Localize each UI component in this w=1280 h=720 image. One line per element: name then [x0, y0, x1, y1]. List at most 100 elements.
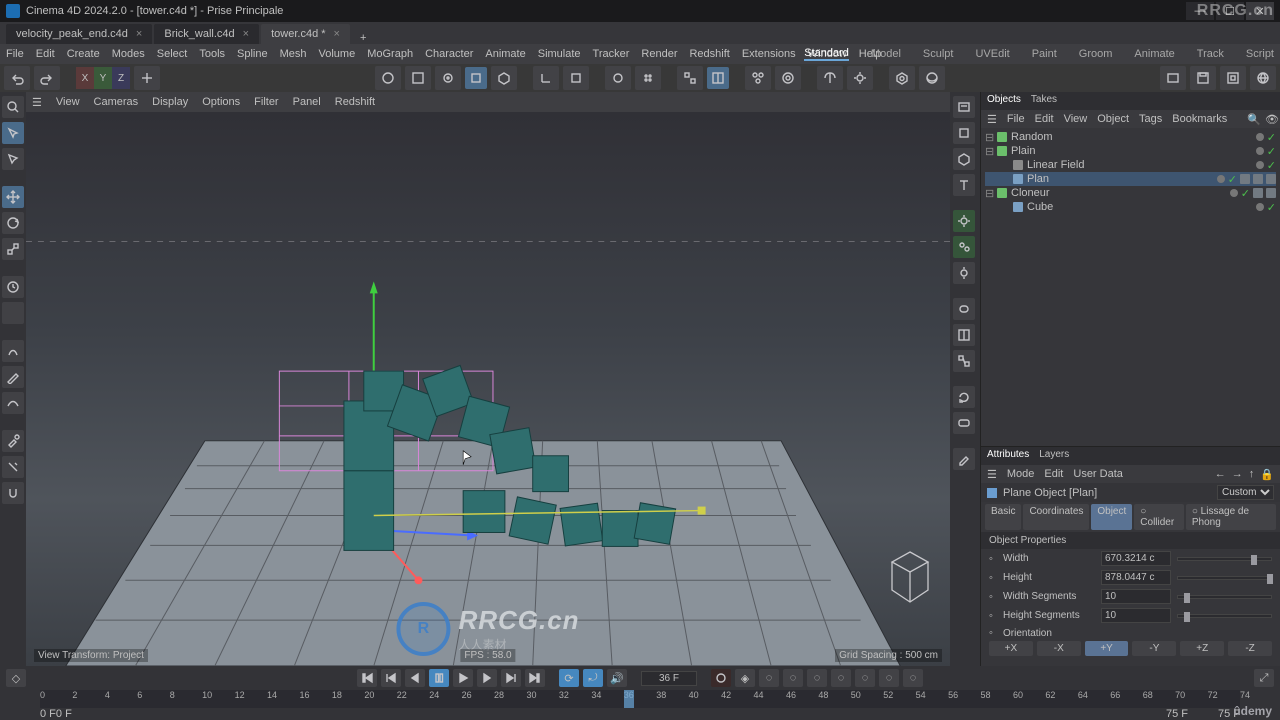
- orient-minus-x[interactable]: -X: [1037, 641, 1081, 656]
- record-button[interactable]: [711, 669, 731, 687]
- menu-character[interactable]: Character: [425, 48, 473, 60]
- attr-section--collider[interactable]: ○ Collider: [1134, 504, 1184, 530]
- layout-icon[interactable]: [953, 324, 975, 346]
- layout-button[interactable]: [1220, 66, 1246, 90]
- orient-plusminus-y[interactable]: +Y: [1085, 641, 1129, 656]
- recent-tool[interactable]: [2, 276, 24, 298]
- step-back-button[interactable]: [405, 669, 425, 687]
- keyopt7-button[interactable]: ◌: [903, 669, 923, 687]
- visibility-check-icon[interactable]: ✓: [1267, 145, 1276, 158]
- tree-row[interactable]: ⊟Plain✓: [985, 144, 1276, 158]
- save-layout-button[interactable]: [1190, 66, 1216, 90]
- file-tab[interactable]: Brick_wall.c4d×: [154, 24, 259, 44]
- layer-dot[interactable]: [1256, 147, 1264, 155]
- mode-tab-model[interactable]: Model: [871, 48, 901, 60]
- tree-row[interactable]: ⊟ Random ✓: [985, 130, 1276, 144]
- viewport-menu-display[interactable]: Display: [152, 96, 188, 108]
- object-name[interactable]: Cloneur: [1011, 187, 1050, 199]
- orient-minus-y[interactable]: -Y: [1132, 641, 1176, 656]
- objects-menu-file[interactable]: File: [1007, 113, 1025, 125]
- orient-minus-z[interactable]: -Z: [1228, 641, 1272, 656]
- menu-simulate[interactable]: Simulate: [538, 48, 581, 60]
- object-name[interactable]: Cube: [1027, 201, 1053, 213]
- undo-button[interactable]: [4, 66, 30, 90]
- effectors-icon[interactable]: [953, 236, 975, 258]
- light-icon[interactable]: [953, 210, 975, 232]
- keyopt6-button[interactable]: ◌: [879, 669, 899, 687]
- nav-cube-icon[interactable]: [888, 550, 932, 606]
- next-key-button[interactable]: [501, 669, 521, 687]
- snap-toggle-button[interactable]: [707, 67, 729, 89]
- knife-tool[interactable]: [2, 456, 24, 478]
- sound-button[interactable]: 🔊: [607, 669, 627, 687]
- hamburger-icon[interactable]: ☰: [32, 96, 42, 109]
- subdiv-button[interactable]: [605, 66, 631, 90]
- array-button[interactable]: [635, 66, 661, 90]
- eye-icon[interactable]: 👁: [1265, 113, 1279, 126]
- tree-row[interactable]: Plan✓: [985, 172, 1276, 186]
- menu-mesh[interactable]: Mesh: [280, 48, 307, 60]
- object-name[interactable]: Plan: [1027, 173, 1049, 185]
- tag-icon[interactable]: [1240, 174, 1250, 184]
- wseg-slider[interactable]: [1177, 595, 1272, 599]
- graph-icon[interactable]: [953, 350, 975, 372]
- add-cube-button[interactable]: [465, 67, 487, 89]
- visibility-check-icon[interactable]: ✓: [1267, 159, 1276, 172]
- locked-slot[interactable]: [2, 302, 24, 324]
- height-input[interactable]: 878.0447 c: [1101, 570, 1171, 585]
- play-button[interactable]: [453, 669, 473, 687]
- attribute-layout-select[interactable]: Custom: [1217, 485, 1274, 500]
- render-region-button[interactable]: [405, 66, 431, 90]
- viewport-menu-panel[interactable]: Panel: [293, 96, 321, 108]
- menu-spline[interactable]: Spline: [237, 48, 268, 60]
- menu-mograph[interactable]: MoGraph: [367, 48, 413, 60]
- globe-button[interactable]: [1250, 66, 1276, 90]
- attr-menu-mode[interactable]: Mode: [1007, 468, 1035, 480]
- close-icon[interactable]: ×: [136, 28, 142, 40]
- attr-tab-layers[interactable]: Layers: [1039, 449, 1069, 463]
- menu-file[interactable]: File: [6, 48, 24, 60]
- range-end[interactable]: 75 F: [1166, 708, 1188, 720]
- viewport-menu-cameras[interactable]: Cameras: [94, 96, 139, 108]
- objects-menu-tags[interactable]: Tags: [1139, 113, 1162, 125]
- height-slider[interactable]: [1177, 576, 1272, 580]
- nav-up-icon[interactable]: ↑: [1249, 468, 1255, 481]
- viewport-menu-redshift[interactable]: Redshift: [335, 96, 375, 108]
- goto-end-button[interactable]: [525, 669, 545, 687]
- nav-fwd-icon[interactable]: →: [1232, 468, 1243, 481]
- edit-icon[interactable]: [953, 448, 975, 470]
- viewport-menu-options[interactable]: Options: [202, 96, 240, 108]
- hamburger-icon[interactable]: ☰: [987, 113, 997, 126]
- visibility-check-icon[interactable]: ✓: [1267, 131, 1276, 144]
- add-model-button[interactable]: [491, 66, 517, 90]
- axis-y-toggle[interactable]: Y: [94, 67, 112, 89]
- keyopt5-button[interactable]: ◌: [855, 669, 875, 687]
- mode-tab-paint[interactable]: Paint: [1032, 48, 1057, 60]
- mode-tab-sculpt[interactable]: Sculpt: [923, 48, 954, 60]
- keyopt2-button[interactable]: ◌: [783, 669, 803, 687]
- bend-button[interactable]: [563, 66, 589, 90]
- attr-section-basic[interactable]: Basic: [985, 504, 1021, 530]
- expand-icon[interactable]: ⊟: [985, 131, 993, 144]
- sketch-tool[interactable]: [2, 366, 24, 388]
- object-name[interactable]: Random: [1011, 131, 1053, 143]
- snap-button[interactable]: [677, 66, 703, 90]
- menu-extensions[interactable]: Extensions: [742, 48, 796, 60]
- objects-menu-object[interactable]: Object: [1097, 113, 1129, 125]
- menu-select[interactable]: Select: [157, 48, 188, 60]
- orient-plusminus-z[interactable]: +Z: [1180, 641, 1224, 656]
- expand-timeline-button[interactable]: ⤢: [1254, 669, 1274, 687]
- layer-dot[interactable]: [1230, 189, 1238, 197]
- viewport-canvas[interactable]: R RRCG.cn 人人素材 View Transform: Project F…: [26, 112, 950, 666]
- add-tab-button[interactable]: +: [352, 32, 374, 44]
- close-icon[interactable]: ×: [334, 28, 340, 40]
- wseg-input[interactable]: 10: [1101, 589, 1171, 604]
- render-view-button[interactable]: [375, 66, 401, 90]
- tag-icon[interactable]: [1253, 188, 1263, 198]
- menu-tracker[interactable]: Tracker: [593, 48, 630, 60]
- object-name[interactable]: Plain: [1011, 145, 1035, 157]
- scale-tool[interactable]: [2, 238, 24, 260]
- panel-tab-takes[interactable]: Takes: [1031, 94, 1057, 108]
- attr-section-object[interactable]: Object: [1091, 504, 1132, 530]
- hseg-input[interactable]: 10: [1101, 608, 1171, 623]
